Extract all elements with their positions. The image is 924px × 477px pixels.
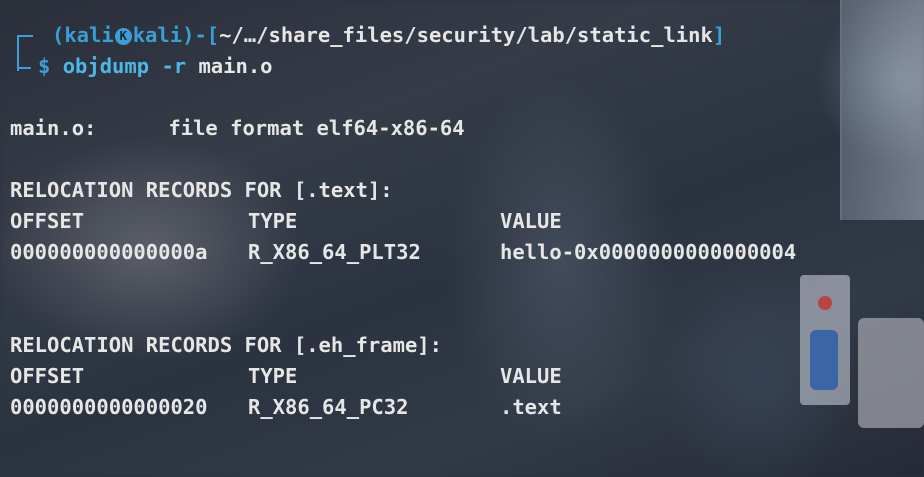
file-format-line: main.o: file format elf64-x86-64: [10, 113, 465, 144]
prompt-open-paren: (: [52, 23, 65, 47]
section-title: RELOCATION RECORDS FOR [.eh_frame]:: [10, 333, 442, 357]
row-offset: 0000000000000020: [10, 395, 208, 419]
header-value: VALUE: [500, 209, 562, 233]
prompt-dash: -: [194, 23, 207, 47]
prompt-header: (kali Kkali)-[~/…/share_files/security/la…: [52, 20, 725, 51]
section-header-row: OFFSET TYPE VALUE: [10, 361, 562, 392]
file-format: file format elf64-x86-64: [168, 116, 465, 140]
command-flag: -r: [161, 54, 187, 78]
command-arg: main.o: [198, 54, 273, 78]
prompt-user: kali: [64, 23, 114, 47]
header-type: TYPE: [248, 364, 298, 388]
row-type: R_X86_64_PLT32: [248, 240, 421, 264]
relocation-row: 0000000000000020 R_X86_64_PC32 .text: [10, 392, 562, 423]
prompt-frame-bottom: [17, 67, 31, 69]
prompt-path: ~/…/share_files/security/lab/static_link: [219, 23, 713, 47]
header-type: TYPE: [248, 209, 298, 233]
prompt-close-paren: ): [182, 23, 195, 47]
kali-dragon-icon: K: [114, 28, 132, 45]
section-header-row: OFFSET TYPE VALUE: [10, 206, 562, 237]
command-name: objdump: [62, 54, 150, 78]
section-title: RELOCATION RECORDS FOR [.text]:: [10, 178, 393, 202]
relocation-row: 000000000000000a R_X86_64_PLT32 hello-0x00…: [10, 237, 796, 268]
row-value: .text: [500, 395, 562, 419]
prompt-close-bracket: ]: [712, 23, 726, 47]
terminal-output-area[interactable]: (kali Kkali)-[~/…/share_files/security/la…: [0, 0, 924, 477]
prompt-frame-top: [17, 35, 33, 71]
file-name: main.o:: [10, 116, 97, 140]
prompt-open-bracket: [: [206, 23, 220, 47]
header-offset: OFFSET: [10, 209, 85, 233]
header-value: VALUE: [500, 364, 562, 388]
row-offset: 000000000000000a: [10, 240, 208, 264]
prompt-host: kali: [132, 23, 183, 47]
row-type: R_X86_64_PC32: [248, 395, 409, 419]
row-value: hello-0x0000000000000004: [500, 240, 797, 264]
header-offset: OFFSET: [10, 364, 85, 388]
prompt-dollar: $: [38, 54, 51, 78]
command-line: $ objdump -r main.o: [38, 51, 273, 82]
